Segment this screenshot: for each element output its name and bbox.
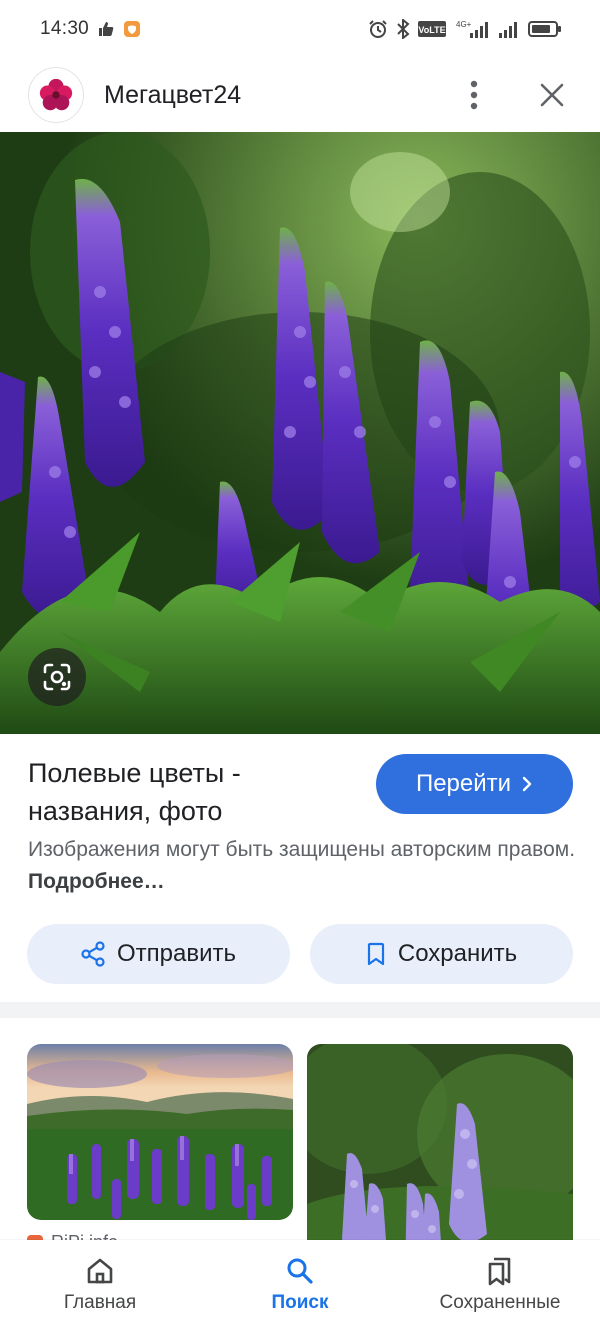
close-button[interactable] [532, 75, 572, 115]
main-image[interactable] [0, 132, 600, 734]
share-icon [81, 941, 105, 967]
lupine-field-photo [27, 1044, 293, 1220]
google-lens-button[interactable] [28, 648, 86, 706]
cellular-signal-2-icon [498, 19, 520, 39]
flower-logo-icon [39, 78, 73, 111]
alarm-icon [368, 19, 388, 39]
svg-text:4G+: 4G+ [456, 20, 472, 29]
copyright-notice: Изображения могут быть защищены авторски… [28, 834, 588, 898]
copyright-text: Изображения могут быть защищены авторски… [28, 838, 576, 861]
site-logo[interactable] [28, 67, 84, 123]
more-vert-icon [470, 80, 478, 110]
lupine-photo [0, 132, 600, 734]
bookmark-icon [367, 942, 384, 966]
battery-icon [528, 19, 562, 39]
nav-home-label: Главная [63, 1292, 137, 1313]
save-button[interactable]: Сохранить [310, 924, 573, 984]
share-button[interactable]: Отправить [27, 924, 290, 984]
more-options-button[interactable] [454, 75, 494, 115]
share-button-label: Отправить [116, 940, 236, 967]
thumbs-up-icon [97, 20, 115, 38]
section-divider [0, 1002, 600, 1018]
learn-more-link[interactable]: Подробнее… [28, 870, 165, 893]
nav-search[interactable]: Поиск [200, 1240, 400, 1332]
site-name[interactable]: Мегацвет24 [104, 81, 241, 110]
status-bar: 14:30 VoLTE 4G+ [0, 0, 600, 58]
nav-search-label: Поиск [271, 1292, 329, 1313]
viewer-header: Мегацвет24 [0, 58, 600, 132]
status-time: 14:30 [40, 18, 90, 39]
bottom-navigation: Главная Поиск Сохраненные [0, 1240, 600, 1332]
lens-icon [43, 663, 71, 691]
nav-saved[interactable]: Сохраненные [400, 1240, 600, 1332]
saved-icon [488, 1257, 511, 1286]
visit-button[interactable]: Перейти [376, 754, 573, 814]
chevron-right-icon [522, 776, 532, 792]
visit-button-label: Перейти [415, 770, 512, 797]
result-title[interactable]: Полевые цветы - названия, фото [28, 754, 348, 830]
home-icon [87, 1258, 113, 1284]
bluetooth-icon [396, 19, 410, 39]
nav-home[interactable]: Главная [0, 1240, 200, 1332]
nav-saved-label: Сохраненные [439, 1292, 561, 1313]
search-icon [287, 1258, 313, 1284]
close-icon [540, 83, 564, 107]
svg-text:VoLTE: VoLTE [418, 25, 445, 35]
related-image-1[interactable] [27, 1044, 293, 1220]
volte-icon: VoLTE [418, 20, 448, 38]
cellular-signal-icon: 4G+ [456, 19, 490, 39]
app-notification-icon [123, 20, 141, 38]
save-button-label: Сохранить [397, 940, 518, 967]
